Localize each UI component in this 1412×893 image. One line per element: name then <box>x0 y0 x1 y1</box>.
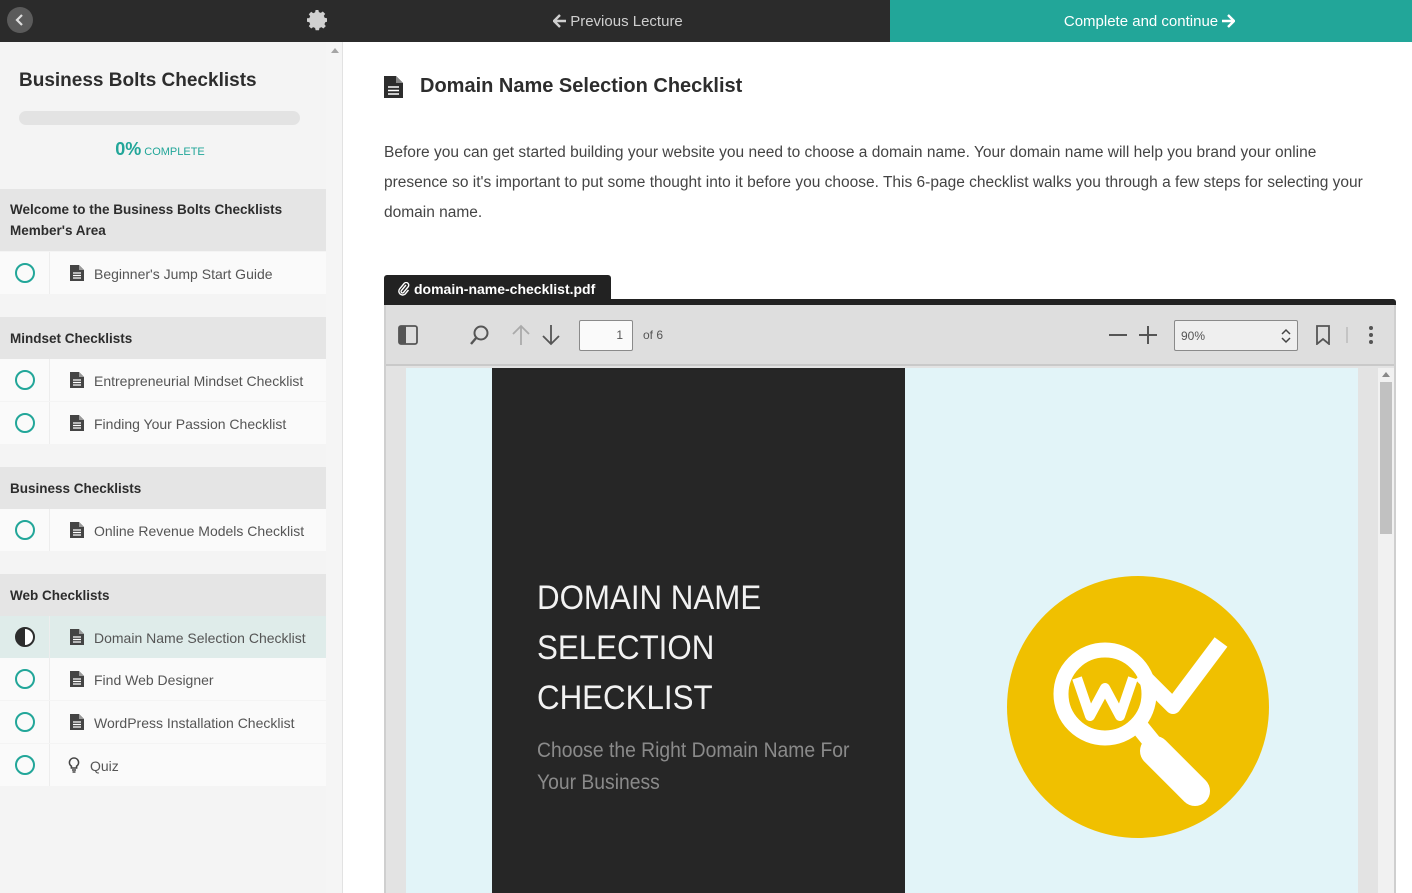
lecture-label: WordPress Installation Checklist <box>94 715 295 731</box>
status-circle-icon <box>15 755 35 775</box>
lecture-label: Finding Your Passion Checklist <box>94 416 287 432</box>
lecture-item[interactable]: Quiz <box>0 744 326 786</box>
bookmark-icon[interactable] <box>1315 325 1331 345</box>
zoom-value: 90% <box>1181 329 1206 343</box>
lecture-description: Before you can get started building your… <box>384 144 1363 221</box>
sidebar-header <box>0 0 343 42</box>
back-button[interactable] <box>7 7 33 33</box>
status-circle-icon <box>15 520 35 540</box>
lecture-item[interactable]: Find Web Designer <box>0 658 326 700</box>
zoom-out-icon[interactable] <box>1108 325 1128 345</box>
toolbar-divider <box>1346 327 1348 343</box>
lecture-label: Domain Name Selection Checklist <box>94 630 306 646</box>
sidebar-toggle-icon[interactable] <box>398 325 418 345</box>
lecture-label: Find Web Designer <box>94 672 214 688</box>
status-circle-icon <box>15 669 35 689</box>
pdf-scrollbar[interactable] <box>1378 368 1394 893</box>
search-icon[interactable] <box>469 324 491 346</box>
status-circle-icon <box>15 263 35 283</box>
lecture-item[interactable]: Entrepreneurial Mindset Checklist <box>0 359 326 401</box>
attachment-filename: domain-name-checklist.pdf <box>414 281 596 297</box>
page-number-input[interactable]: 1 <box>579 320 633 351</box>
status-circle-icon <box>15 370 35 390</box>
more-vertical-icon[interactable] <box>1368 325 1374 345</box>
lecture-item[interactable]: Online Revenue Models Checklist <box>0 509 326 551</box>
arrow-up-icon[interactable] <box>511 324 531 346</box>
lecture-label: Beginner's Jump Start Guide <box>94 266 273 282</box>
previous-lecture-label: Previous Lecture <box>570 12 683 30</box>
section-header: Web Checklists <box>0 574 326 616</box>
document-icon <box>70 415 84 431</box>
course-sidebar: Business Bolts Checklists 0% COMPLETE Wel… <box>0 42 326 893</box>
pdf-cover-panel: DOMAIN NAME SELECTION CHECKLIST Choose t… <box>492 368 905 893</box>
pdf-toolbar: 1 of 6 90% <box>386 305 1394 366</box>
section-header: Mindset Checklists <box>0 317 326 359</box>
lecture-label: Online Revenue Models Checklist <box>94 523 305 539</box>
document-icon <box>70 522 84 538</box>
lecture-item[interactable]: WordPress Installation Checklist <box>0 701 326 743</box>
arrow-left-icon <box>553 14 567 28</box>
document-icon <box>70 714 84 730</box>
document-icon <box>70 265 84 281</box>
pdf-viewer: 1 of 6 90% DOMAIN NAME SELECTION CHECKLI… <box>384 305 1396 893</box>
progress-text: 0% COMPLETE <box>0 139 320 160</box>
previous-lecture-button[interactable]: Previous Lecture <box>343 0 890 42</box>
document-icon <box>70 372 84 388</box>
magnifier-checkmark-logo <box>1007 576 1269 838</box>
progress-label: COMPLETE <box>144 146 205 158</box>
page-total-label: of 6 <box>643 328 664 342</box>
pdf-cover-title: DOMAIN NAME SELECTION CHECKLIST <box>537 573 868 723</box>
pdf-page: DOMAIN NAME SELECTION CHECKLIST Choose t… <box>406 368 1358 893</box>
pdf-title-line: SELECTION <box>537 629 715 667</box>
progress-bar <box>19 111 300 125</box>
progress-percent: 0% <box>115 139 142 159</box>
lecture-label: Quiz <box>90 758 119 774</box>
half-circle-icon <box>15 627 35 647</box>
chevron-left-icon <box>15 14 23 26</box>
section-header: Business Checklists <box>0 467 326 509</box>
section-header: Welcome to the Business Bolts Checklists… <box>0 189 326 251</box>
lecture-label: Entrepreneurial Mindset Checklist <box>94 373 304 389</box>
paperclip-icon <box>398 282 410 296</box>
updown-chevron-icon <box>1281 328 1291 344</box>
lecture-item[interactable]: Beginner's Jump Start Guide <box>0 252 326 294</box>
document-icon <box>70 671 84 687</box>
document-icon <box>384 76 403 98</box>
zoom-select[interactable]: 90% <box>1174 320 1298 351</box>
document-icon <box>70 629 84 645</box>
gear-icon[interactable] <box>306 8 330 32</box>
status-circle-icon <box>15 413 35 433</box>
complete-and-continue-button[interactable]: Complete and continue <box>890 0 1412 42</box>
pdf-title-line: CHECKLIST <box>537 679 713 717</box>
pdf-title-line: DOMAIN NAME <box>537 579 762 617</box>
lecture-title: Domain Name Selection Checklist <box>420 75 743 97</box>
lecture-item-current[interactable]: Domain Name Selection Checklist <box>0 616 326 658</box>
lecture-item[interactable]: Finding Your Passion Checklist <box>0 402 326 444</box>
pdf-cover-subtitle: Choose the Right Domain Name For Your Bu… <box>537 739 850 794</box>
course-title: Business Bolts Checklists <box>19 70 257 91</box>
arrow-right-icon <box>1222 14 1236 28</box>
status-circle-icon <box>15 712 35 732</box>
zoom-in-icon[interactable] <box>1138 325 1158 345</box>
lightbulb-icon <box>68 757 80 773</box>
arrow-down-icon[interactable] <box>541 324 561 346</box>
complete-and-continue-label: Complete and continue <box>1063 12 1219 30</box>
sidebar-scrollbar[interactable] <box>326 42 343 893</box>
